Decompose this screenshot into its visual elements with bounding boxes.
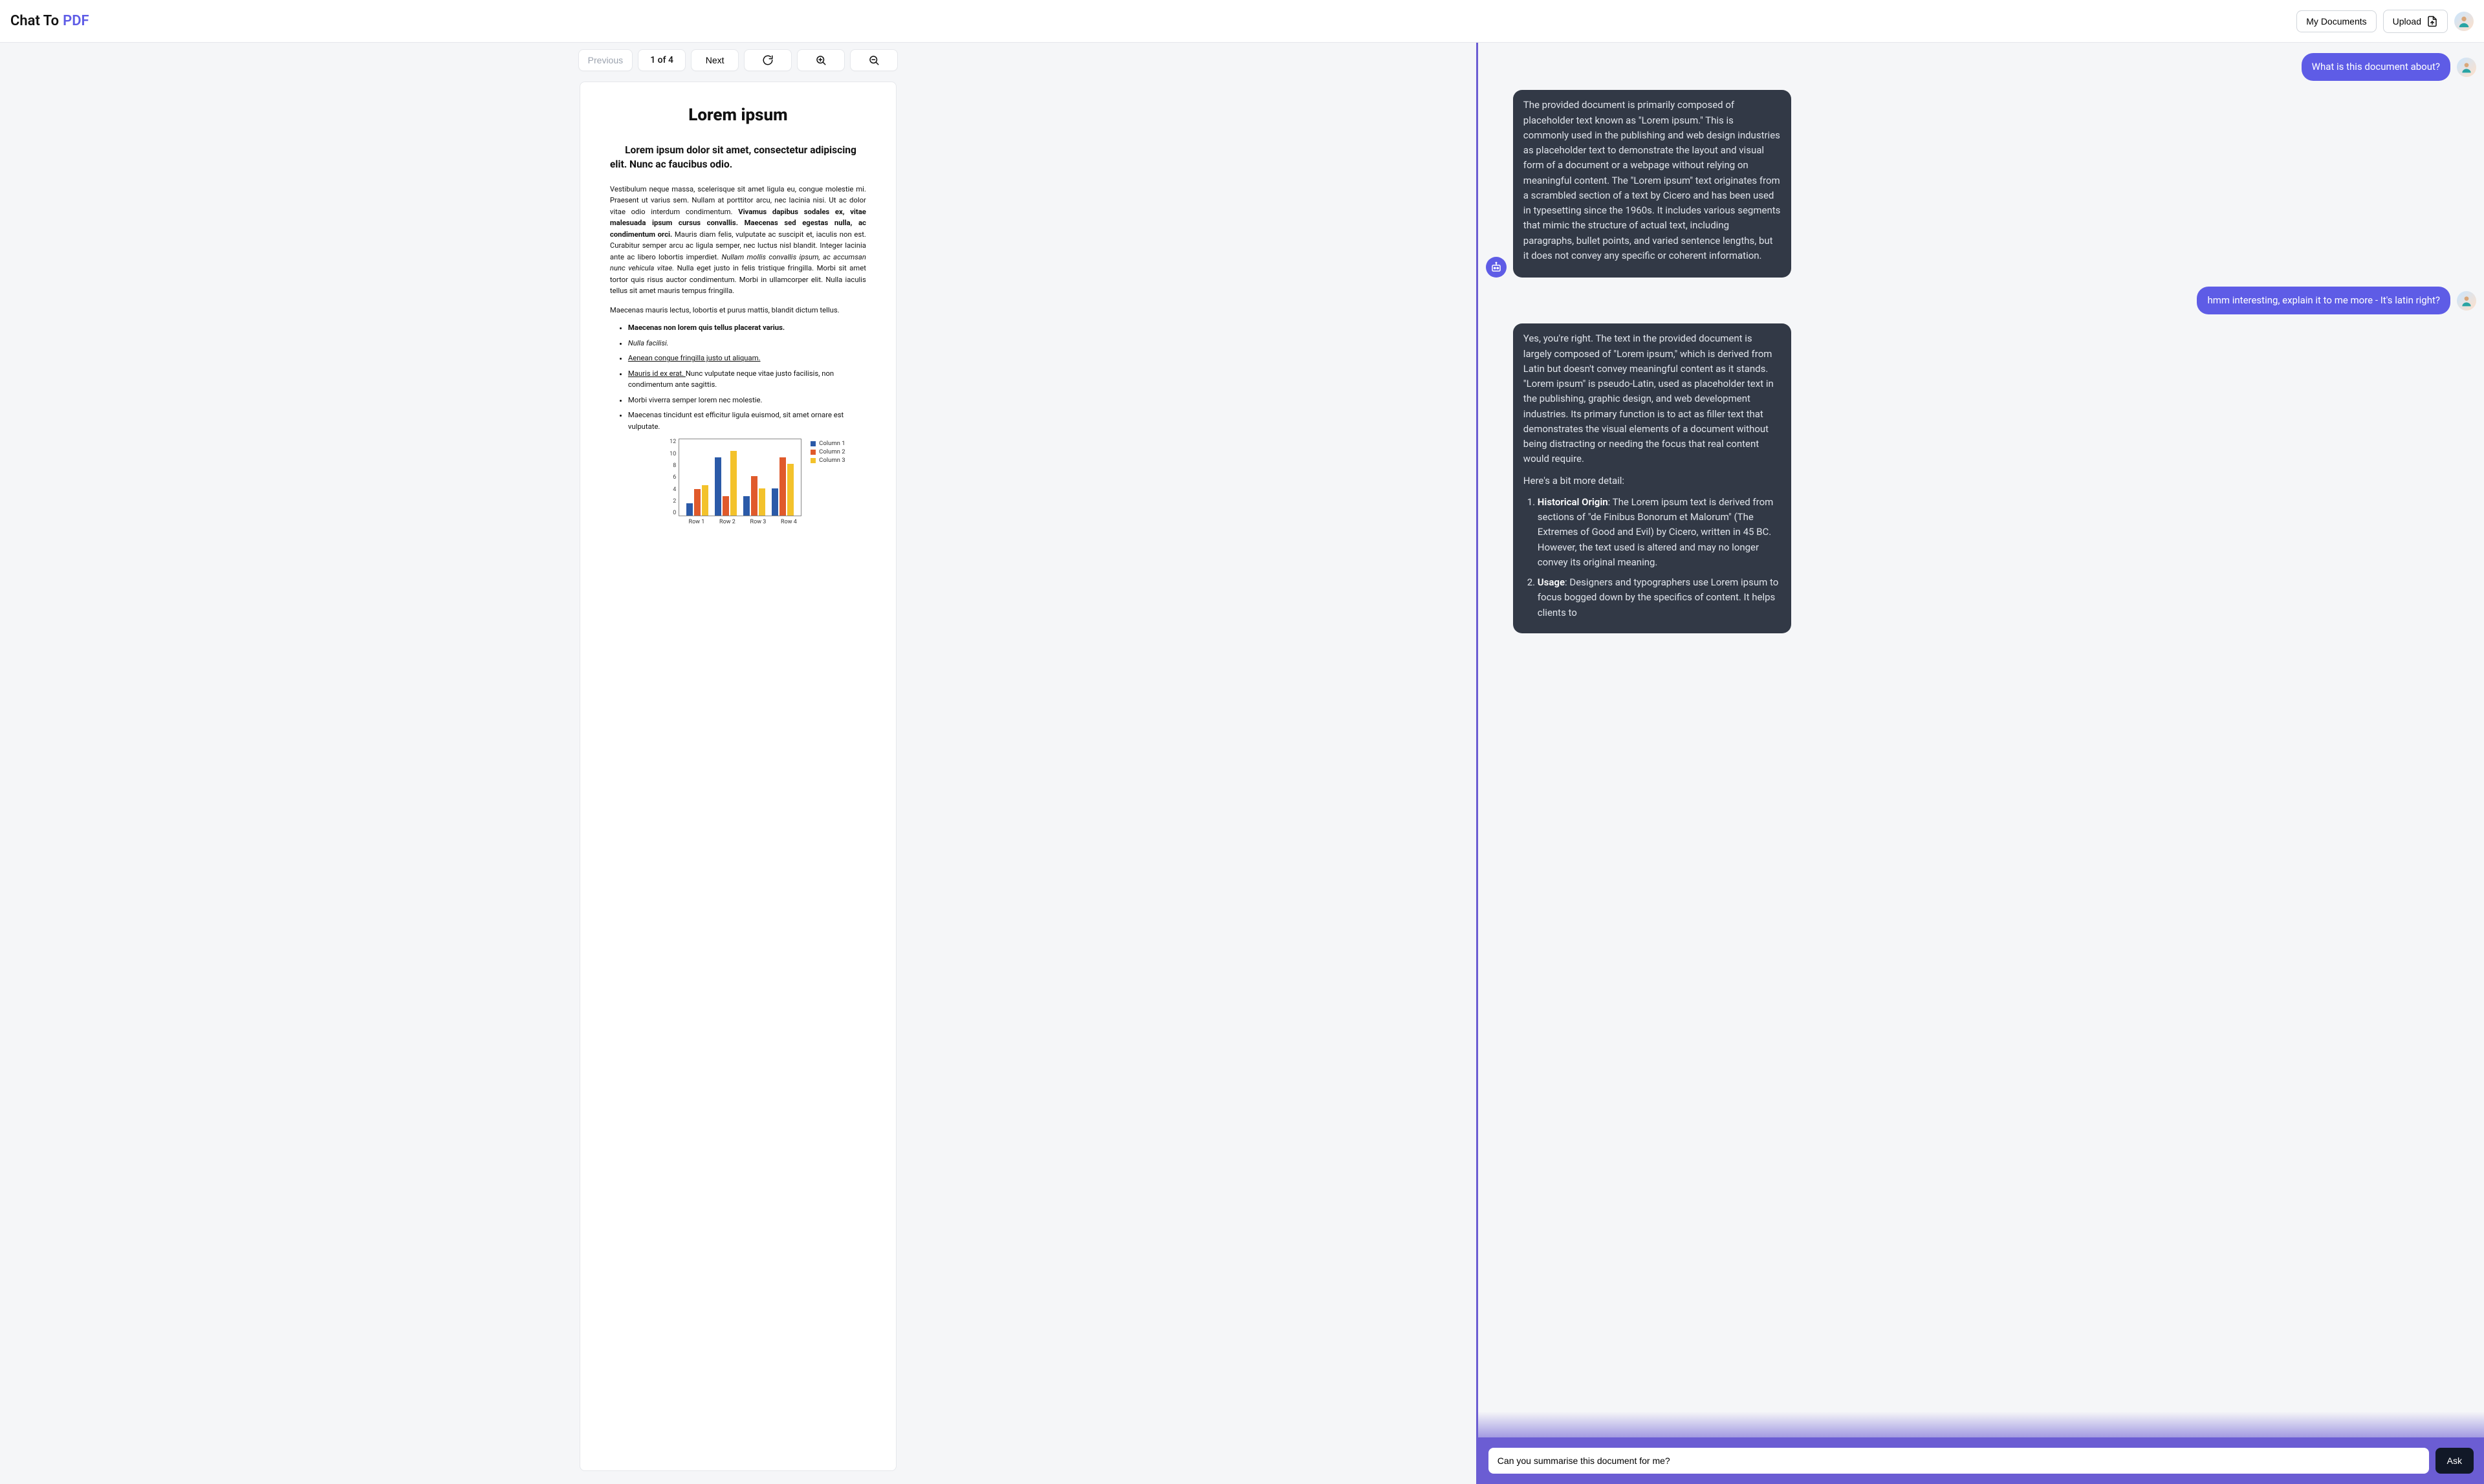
user-bubble: What is this document about?: [2302, 53, 2450, 81]
my-documents-button[interactable]: My Documents: [2296, 10, 2376, 32]
chat-message-bot: Yes, you're right. The text in the provi…: [1486, 323, 2476, 633]
brand-part1: Chat To: [10, 13, 59, 29]
chat-message-bot: The provided document is primarily compo…: [1486, 90, 2476, 278]
list-item: Morbi viverra semper lorem nec molestie.: [628, 395, 866, 406]
pdf-toolbar: Previous 1 of 4 Next: [578, 43, 898, 76]
doc-title: Lorem ipsum: [610, 105, 866, 125]
chat-input[interactable]: [1488, 1448, 2429, 1474]
user-icon: [2460, 61, 2473, 74]
header: Chat To PDF My Documents Upload: [0, 0, 2484, 43]
brand-part2: PDF: [63, 13, 89, 29]
zoom-out-button[interactable]: [850, 49, 898, 71]
list-item: Maecenas tincidunt est efficitur ligula …: [628, 409, 866, 432]
chat-message-user: What is this document about?: [1486, 53, 2476, 81]
upload-file-icon: [2426, 16, 2438, 27]
upload-label: Upload: [2393, 16, 2421, 27]
list-item: Aenean congue fringilla justo ut aliquam…: [628, 353, 866, 364]
bot-avatar: [1486, 257, 1507, 278]
doc-bullet-list: Maecenas non lorem quis tellus placerat …: [610, 322, 866, 432]
zoom-out-icon: [868, 54, 880, 66]
chat-message-user: hmm interesting, explain it to me more -…: [1486, 287, 2476, 314]
zoom-in-icon: [815, 54, 827, 66]
doc-paragraph-1: Vestibulum neque massa, scelerisque sit …: [610, 184, 866, 297]
previous-page-button[interactable]: Previous: [578, 49, 633, 71]
chat-scroll[interactable]: What is this document about? The provide…: [1478, 43, 2484, 1484]
user-icon: [2457, 14, 2471, 28]
page-scroll[interactable]: Lorem ipsum Lorem ipsum dolor sit amet, …: [0, 76, 1476, 1484]
chart-plot: [679, 439, 801, 516]
user-avatar: [2457, 291, 2476, 311]
pdf-page: Lorem ipsum Lorem ipsum dolor sit amet, …: [580, 82, 897, 1471]
bot-list-item: Usage: Designers and typographers use Lo…: [1538, 575, 1781, 620]
bot-list-item: Historical Origin: The Lorem ipsum text …: [1538, 495, 1781, 570]
chat-input-bar: Ask: [1478, 1437, 2484, 1484]
refresh-button[interactable]: [744, 49, 792, 71]
bot-bubble: Yes, you're right. The text in the provi…: [1513, 323, 1791, 633]
list-item: Mauris id ex erat. Nunc vulputate neque …: [628, 368, 866, 391]
bot-bubble: The provided document is primarily compo…: [1513, 90, 1791, 278]
next-page-button[interactable]: Next: [691, 49, 739, 71]
doc-chart: 121086420 Row 1Row 2Row 3Row 4 Column 1C…: [649, 439, 866, 525]
upload-button[interactable]: Upload: [2383, 10, 2448, 33]
list-item: Maecenas non lorem quis tellus placerat …: [628, 322, 866, 334]
brand: Chat To PDF: [10, 13, 89, 29]
list-item: Nulla facilisi.: [628, 338, 866, 349]
bot-icon: [1490, 261, 1502, 273]
user-icon: [2460, 294, 2473, 307]
page-indicator: 1 of 4: [638, 49, 686, 71]
ask-button[interactable]: Ask: [2435, 1448, 2474, 1474]
refresh-icon: [762, 54, 774, 66]
doc-paragraph-2: Maecenas mauris lectus, lobortis et puru…: [610, 305, 866, 316]
profile-avatar[interactable]: [2454, 12, 2474, 31]
user-avatar: [2457, 58, 2476, 77]
chat-panel: What is this document about? The provide…: [1478, 43, 2484, 1484]
document-panel: Previous 1 of 4 Next: [0, 43, 1478, 1484]
user-bubble: hmm interesting, explain it to me more -…: [2197, 287, 2450, 314]
chart-legend: Column 1Column 2Column 3: [811, 439, 845, 465]
chart-x-axis: Row 1Row 2Row 3Row 4: [681, 519, 804, 525]
my-documents-label: My Documents: [2306, 16, 2366, 27]
zoom-in-button[interactable]: [797, 49, 845, 71]
chart-y-axis: 121086420: [670, 439, 679, 516]
doc-heading: Lorem ipsum dolor sit amet, consectetur …: [610, 143, 866, 172]
header-actions: My Documents Upload: [2296, 10, 2474, 33]
